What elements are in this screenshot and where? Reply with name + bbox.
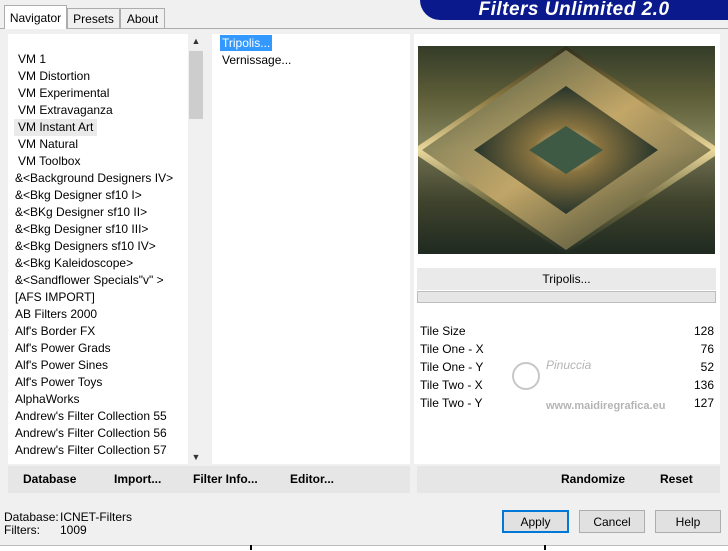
category-item[interactable]: Andrew's Filter Collection 55 (15, 408, 167, 425)
category-item[interactable]: VM Natural (18, 136, 78, 153)
category-list[interactable]: VM 1 VM Distortion VM Experimental VM Extra… (8, 34, 204, 464)
category-item[interactable]: VM Toolbox (18, 153, 80, 170)
category-item[interactable]: &<Sandflower Specials"v" > (15, 272, 164, 289)
category-item[interactable]: VM 1 (18, 51, 46, 68)
scroll-down-icon[interactable]: ▼ (188, 450, 204, 464)
apply-label: Apply (520, 514, 551, 529)
database-button[interactable]: Database (23, 466, 76, 493)
param-row[interactable]: Tile Size 128 (417, 322, 717, 340)
category-item[interactable]: AB Filters 2000 (15, 306, 97, 323)
tab-navigator-label: Navigator (9, 10, 62, 25)
status-filters-label: Filters: (4, 523, 40, 537)
watermark-brand: Pinuccia (546, 358, 592, 372)
category-item[interactable]: Andrew's Filter Collection 56 (15, 425, 167, 442)
category-item[interactable]: AlphaWorks (15, 391, 79, 408)
category-item[interactable]: Alf's Power Sines (15, 357, 108, 374)
tab-navigator[interactable]: Navigator (4, 5, 67, 29)
scroll-thumb[interactable] (189, 51, 203, 119)
filter-info-button[interactable]: Filter Info... (193, 466, 258, 493)
tab-presets-label: Presets (73, 11, 114, 26)
scroll-up-icon[interactable]: ▲ (188, 34, 204, 48)
param-label: Tile Two - Y (420, 396, 483, 410)
category-item[interactable]: &<Bkg Kaleidoscope> (15, 255, 133, 272)
category-item[interactable]: VM Extravaganza (18, 102, 113, 119)
watermark: Pinuccia www.maidiregrafica.eu (508, 356, 708, 416)
filter-list[interactable]: Tripolis... Vernissage... (212, 34, 410, 464)
param-label: Tile Two - X (420, 378, 483, 392)
import-button[interactable]: Import... (114, 466, 161, 493)
preview-filter-name: Tripolis... (417, 268, 716, 290)
filter-item[interactable]: Vernissage... (220, 52, 293, 68)
filter-item[interactable]: Tripolis... (220, 35, 273, 51)
cancel-label: Cancel (593, 514, 631, 529)
category-item[interactable]: &<BKg Designer sf10 II> (15, 204, 147, 221)
category-item[interactable]: Alf's Power Toys (15, 374, 102, 391)
category-item[interactable]: VM Experimental (18, 85, 109, 102)
category-item[interactable]: &<Bkg Designer sf10 I> (15, 187, 142, 204)
status-database-label: Database: (4, 510, 59, 524)
app-banner-title: Filters Unlimited 2.0 (478, 0, 670, 20)
param-value[interactable]: 128 (694, 322, 714, 340)
param-label: Tile One - X (420, 342, 484, 356)
tab-divider (0, 28, 728, 29)
category-item[interactable]: &<Background Designers IV> (15, 170, 173, 187)
status-filters-value: 1009 (60, 523, 87, 537)
watermark-url: www.maidiregrafica.eu (546, 400, 666, 412)
category-item[interactable]: VM Distortion (18, 68, 90, 85)
preview-image (418, 46, 715, 254)
bottom-divider (250, 545, 546, 550)
param-label: Tile Size (420, 324, 466, 338)
tab-about[interactable]: About (120, 8, 165, 28)
category-item[interactable]: Alf's Power Grads (15, 340, 111, 357)
help-button[interactable]: Help (655, 510, 721, 533)
apply-button[interactable]: Apply (502, 510, 569, 533)
watermark-logo-icon (512, 362, 540, 390)
category-item[interactable]: VM Instant Art (14, 119, 98, 136)
progress-bar (417, 291, 716, 303)
tab-about-label: About (126, 11, 159, 26)
status-database-value: ICNET-Filters (60, 510, 132, 524)
category-item[interactable]: &<Bkg Designer sf10 III> (15, 221, 148, 238)
category-scrollbar[interactable]: ▲ ▼ (188, 34, 204, 464)
help-label: Help (675, 514, 701, 529)
category-item[interactable]: Andrew's Filter Collection 57 (15, 442, 167, 459)
category-item[interactable]: [AFS IMPORT] (15, 289, 95, 306)
category-item[interactable]: &<Bkg Designers sf10 IV> (15, 238, 156, 255)
reset-button[interactable]: Reset (660, 466, 693, 493)
randomize-button[interactable]: Randomize (561, 466, 625, 493)
param-label: Tile One - Y (420, 360, 484, 374)
preview-graphic (418, 46, 715, 254)
category-item[interactable]: Alf's Border FX (15, 323, 95, 340)
editor-button[interactable]: Editor... (290, 466, 334, 493)
app-banner: Filters Unlimited 2.0 (420, 0, 728, 20)
tab-presets[interactable]: Presets (67, 8, 120, 28)
cancel-button[interactable]: Cancel (579, 510, 645, 533)
